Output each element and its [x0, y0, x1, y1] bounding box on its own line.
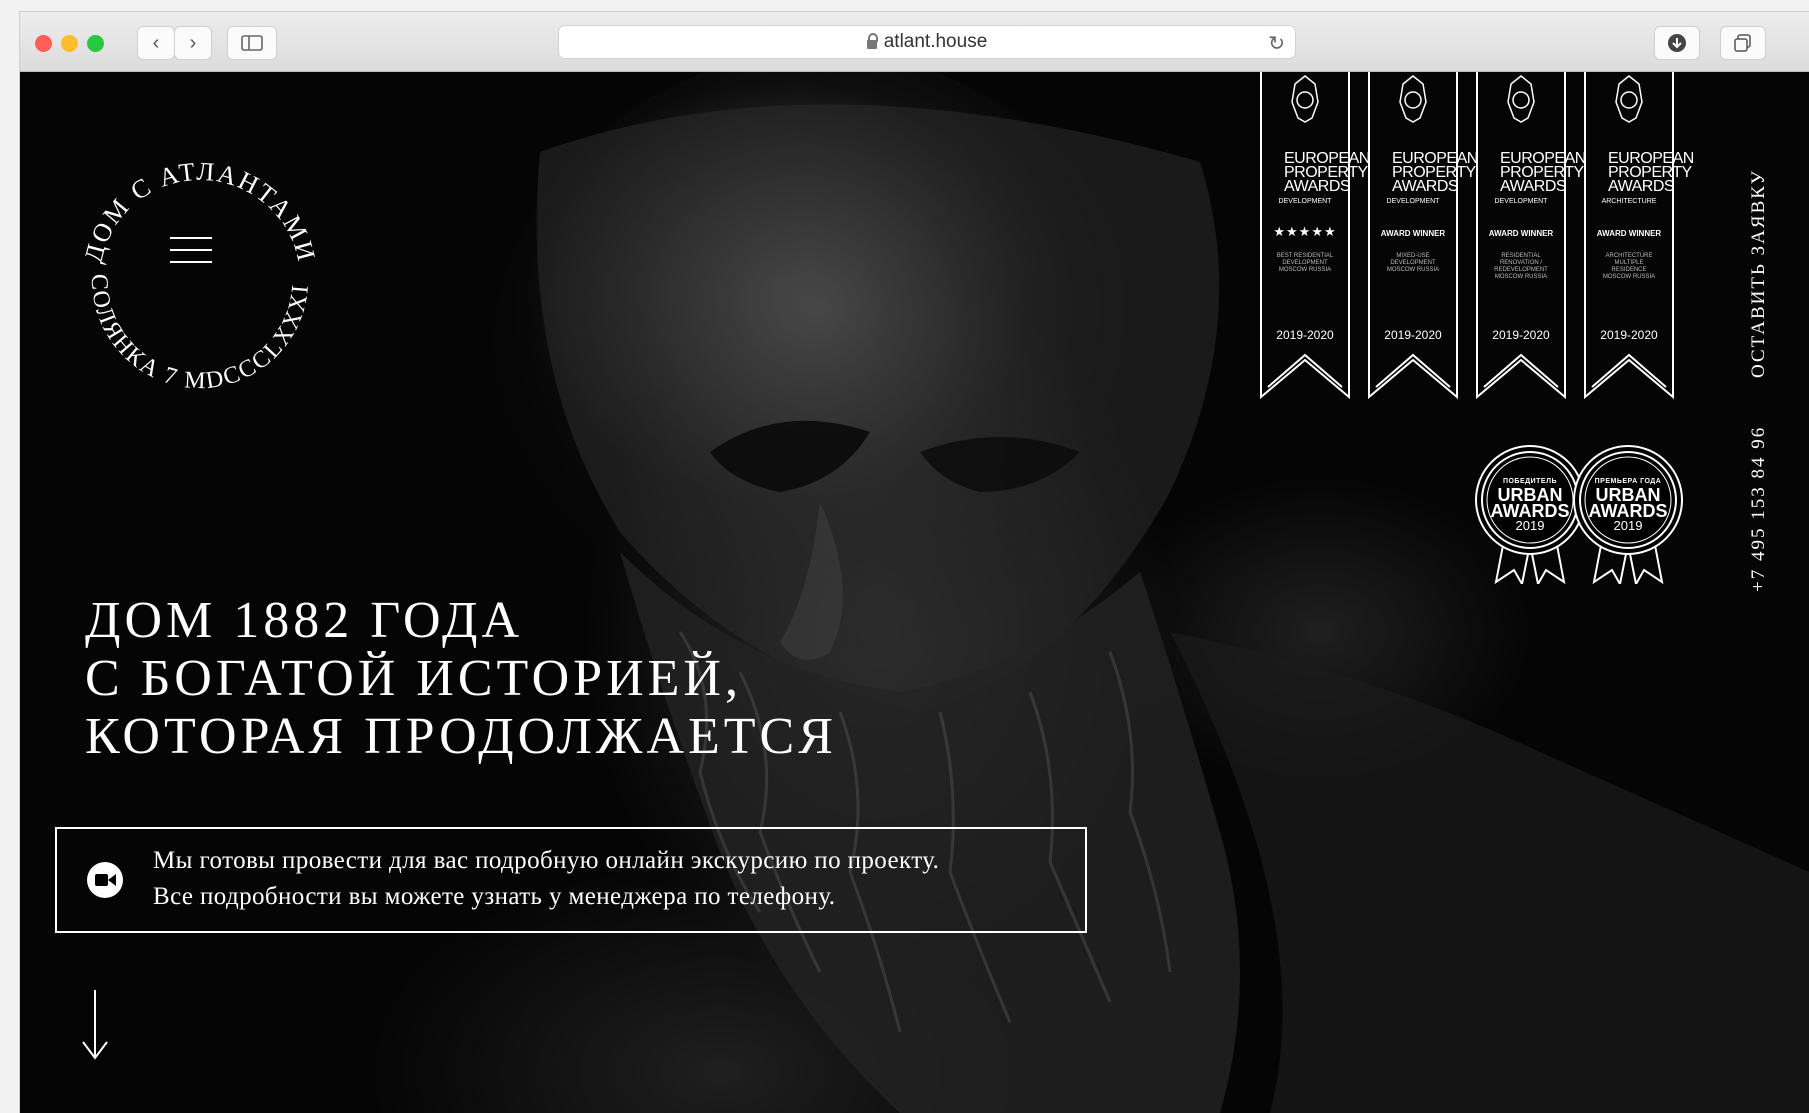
urban-award-medal[interactable]: ПОБЕДИТЕЛЬ URBAN AWARDS 2019 [1474, 444, 1586, 587]
hamburger-icon-line [170, 249, 212, 251]
download-icon [1668, 34, 1686, 52]
sidebar-icon [241, 35, 263, 51]
zoom-window-button[interactable] [87, 35, 104, 52]
browser-window: ‹ › atlant.house ↻ ДОМ С АТЛАНТАМИ СОЛЯН… [20, 12, 1809, 1113]
hamburger-icon-line [170, 261, 212, 263]
headline-line: ДОМ 1882 ГОДА [85, 592, 524, 649]
headline-line: КОТОРАЯ ПРОДОЛЖАЕТСЯ [85, 708, 837, 765]
headline-line: С БОГАТОЙ ИСТОРИЕЙ, [85, 650, 742, 707]
ribbon-category: ARCHITECTURE [1601, 198, 1657, 205]
ribbon-details: RESIDENTIAL RENOVATION / REDEVELOPMENT M… [1494, 253, 1548, 280]
chevron-left-icon: ‹ [152, 31, 160, 54]
ribbon-status: AWARD WINNER [1596, 229, 1662, 238]
award-ribbon[interactable]: EUROPEAN PROPERTY AWARDS DEVELOPMENT ★★★… [1260, 72, 1370, 402]
lock-icon [866, 32, 878, 49]
menu-button[interactable] [170, 237, 212, 267]
notice-line: Мы готовы провести для вас подробную онл… [153, 847, 940, 874]
notice-line: Все подробности вы можете узнать у менед… [153, 883, 836, 910]
url-text: atlant.house [883, 31, 988, 52]
browser-toolbar: ‹ › atlant.house ↻ [20, 12, 1809, 72]
ribbon-category: DEVELOPMENT [1494, 198, 1548, 205]
ribbon-title: EUROPEAN PROPERTY AWARDS [1392, 150, 1478, 195]
ribbon-year: 2019-2020 [1600, 328, 1658, 342]
ribbon-details: BEST RESIDENTIAL DEVELOPMENT MOSCOW RUSS… [1276, 253, 1334, 273]
ribbon-category: DEVELOPMENT [1278, 198, 1332, 205]
urban-award-medal[interactable]: ПРЕМЬЕРА ГОДА URBAN AWARDS 2019 [1572, 444, 1684, 587]
chevron-right-icon: › [189, 31, 197, 54]
ribbon-year: 2019-2020 [1384, 328, 1442, 342]
award-ribbon[interactable]: EUROPEAN PROPERTY AWARDS ARCHITECTURE AW… [1584, 72, 1694, 402]
request-link[interactable]: ОСТАВИТЬ ЗАЯВКУ [1748, 169, 1770, 378]
reload-icon[interactable]: ↻ [1268, 31, 1285, 56]
online-tour-notice: Мы готовы провести для вас подробную онл… [55, 827, 1087, 933]
ribbon-year: 2019-2020 [1276, 328, 1334, 342]
ribbon-details: ARCHITECTURE MULTIPLE RESIDENCE MOSCOW R… [1602, 253, 1656, 280]
ribbon-title: EUROPEAN PROPERTY AWARDS [1608, 150, 1694, 195]
back-button[interactable]: ‹ [137, 26, 175, 60]
minimize-window-button[interactable] [61, 35, 78, 52]
scroll-down-arrow-icon[interactable] [80, 990, 110, 1060]
hero-section: ДОМ С АТЛАНТАМИ СОЛЯНКА 7 MDCCCLXXXII ДО… [20, 72, 1809, 1113]
downloads-button[interactable] [1654, 26, 1700, 60]
medal-label: ПОБЕДИТЕЛЬ [1502, 478, 1558, 485]
sidebar-toggle-button[interactable] [227, 26, 277, 60]
ribbon-status: AWARD WINNER [1380, 229, 1446, 238]
ribbon-details: MIXED-USE DEVELOPMENT MOSCOW RUSSIA [1386, 253, 1440, 273]
medal-name: URBAN AWARDS [1490, 485, 1570, 521]
tabs-icon [1734, 34, 1751, 52]
medal-label: ПРЕМЬЕРА ГОДА [1594, 478, 1662, 485]
ribbon-category: DEVELOPMENT [1386, 198, 1440, 205]
hamburger-icon-line [170, 237, 212, 239]
ribbon-year: 2019-2020 [1492, 328, 1550, 342]
medal-year: 2019 [1613, 518, 1643, 533]
hero-headline: ДОМ 1882 ГОДА С БОГАТОЙ ИСТОРИЕЙ, КОТОРА… [85, 592, 837, 766]
forward-button[interactable]: › [174, 26, 212, 60]
tabs-overview-button[interactable] [1720, 26, 1766, 60]
medal-name: URBAN AWARDS [1588, 485, 1668, 521]
ribbon-status: ★★★★★ [1273, 224, 1337, 239]
phone-link[interactable]: +7 495 153 84 96 [1748, 426, 1770, 592]
address-bar[interactable]: atlant.house ↻ [558, 25, 1296, 59]
award-ribbon[interactable]: EUROPEAN PROPERTY AWARDS DEVELOPMENT AWA… [1368, 72, 1478, 402]
close-window-button[interactable] [35, 35, 52, 52]
award-ribbon[interactable]: EUROPEAN PROPERTY AWARDS DEVELOPMENT AWA… [1476, 72, 1586, 402]
medal-year: 2019 [1515, 518, 1545, 533]
ribbon-status: AWARD WINNER [1488, 229, 1554, 238]
ribbon-title: EUROPEAN PROPERTY AWARDS [1500, 150, 1586, 195]
video-camera-icon [87, 862, 123, 898]
ribbon-title: EUROPEAN PROPERTY AWARDS [1284, 150, 1370, 195]
